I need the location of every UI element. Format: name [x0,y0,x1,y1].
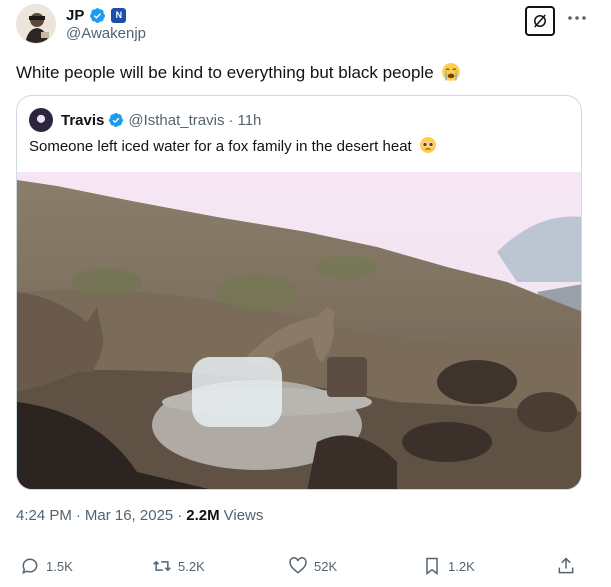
reply-button[interactable]: 1.5K [20,554,73,578]
separator-dot: · [228,111,234,129]
quoted-tweet-time[interactable]: 11h [237,112,261,129]
bookmark-count: 1.2K [448,558,475,574]
quoted-tweet-card[interactable]: Travis @Isthat_travis · 11h Someone left… [16,95,582,490]
meta-separator: · [177,507,183,524]
author-name-row: JP N [66,5,127,25]
author-avatar[interactable] [16,4,56,44]
repost-button[interactable]: 5.2K [152,554,205,578]
bookmark-icon [426,557,438,575]
quoted-author-avatar[interactable] [29,108,53,132]
author-handle[interactable]: @Awakenjp [66,25,146,42]
reply-icon [22,558,38,574]
tweet-text-content: White people will be kind to everything … [16,63,434,82]
heart-icon [289,557,307,574]
quoted-tweet-text: Someone left iced water for a fox family… [29,136,437,157]
share-button[interactable] [556,554,576,578]
verified-badge-icon[interactable] [89,7,106,24]
meta-separator: · [75,507,81,524]
author-display-name[interactable]: JP [66,7,84,24]
reply-count: 1.5K [46,558,73,574]
quoted-author-name[interactable]: Travis [61,112,104,129]
crying-face-emoji-icon [442,63,461,81]
views-count: 2.2M [186,507,220,524]
repost-icon [153,560,171,572]
tweet-meta: 4:24 PM · Mar 16, 2025 · 2.2M Views [16,507,263,524]
tweet-header: JP N @Awakenjp [16,2,600,46]
fox-drinking-image [17,172,581,489]
repost-count: 5.2K [178,558,205,574]
tweet-time[interactable]: 4:24 PM [16,507,72,524]
bookmark-button[interactable]: 1.2K [422,554,475,578]
like-button[interactable]: 52K [288,554,337,578]
affiliate-badge-icon[interactable]: N [111,7,127,23]
like-count: 52K [314,558,338,574]
quoted-tweet-video[interactable] [17,172,581,489]
tweet-date[interactable]: Mar 16, 2025 [85,507,173,524]
views-label: Views [223,507,264,524]
tweet-text: White people will be kind to everything … [16,62,461,84]
share-icon [558,557,574,574]
grok-icon[interactable] [525,6,555,36]
quoted-tweet-header: Travis @Isthat_travis · 11h [29,108,261,132]
quoted-tweet-text-content: Someone left iced water for a fox family… [29,138,412,155]
verified-badge-icon [109,113,124,127]
more-icon[interactable] [564,8,590,30]
avatar-image [17,5,55,43]
quoted-author-handle[interactable]: @Isthat_travis [128,112,224,129]
action-bar: 1.5K 5.2K 52K 1.2K [16,554,584,578]
pleading-face-emoji-icon [419,137,436,153]
